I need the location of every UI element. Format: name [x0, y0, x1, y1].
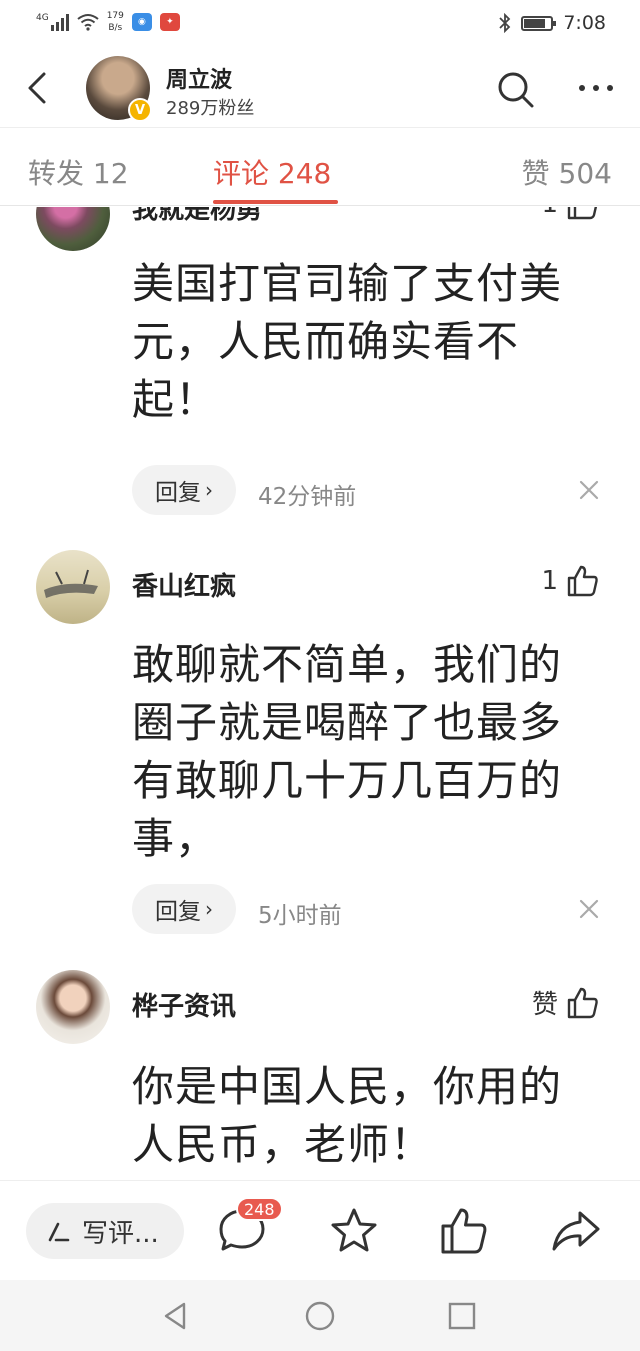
thumbs-up-icon [567, 565, 598, 597]
comment-text: 美国打官司输了支付美元，人民而确实看不起！ [132, 259, 563, 424]
more-dot-icon [579, 85, 585, 91]
fans-count: 289万粉丝 [166, 98, 255, 119]
close-icon[interactable] [576, 896, 602, 922]
wifi-icon [77, 14, 99, 31]
share-icon[interactable] [550, 1205, 602, 1257]
back-button[interactable] [22, 68, 58, 108]
app-notification-icon-2: ✦ [159, 13, 180, 31]
more-dot-icon [607, 85, 613, 91]
like-button[interactable]: 1 [541, 207, 600, 221]
tab-bar: 转发 12 评论 248 赞 504 [0, 128, 640, 206]
more-button[interactable] [574, 78, 618, 98]
nav-recents-icon[interactable] [444, 1298, 480, 1334]
commenter-name[interactable]: 香山红疯 [132, 566, 236, 603]
avatar-image [44, 569, 98, 598]
battery-icon [521, 15, 557, 31]
header: V 周立波 289万粉丝 [0, 50, 640, 128]
comment-time: 5小时前 [258, 903, 342, 929]
commenter-name[interactable]: 桦子资讯 [132, 986, 236, 1023]
comment-item: 桦子资讯 赞 你是中国人民，你用的人民币，老师！ [0, 970, 640, 1179]
thumbs-up-icon[interactable] [438, 1205, 490, 1257]
clock: 7:08 [563, 12, 606, 34]
user-name[interactable]: 周立波 [166, 62, 232, 94]
like-count: 赞 [531, 990, 558, 1020]
nav-home-icon[interactable] [302, 1298, 338, 1334]
verified-badge-icon: V [128, 98, 152, 122]
status-bar: 4G 179 B/s ◉ ✦ 7:08 [0, 0, 640, 50]
like-count: 1 [541, 566, 558, 596]
tab-comments[interactable]: 评论 248 [213, 152, 331, 192]
system-nav-bar [0, 1280, 640, 1351]
bluetooth-icon [499, 13, 511, 33]
tab-likes[interactable]: 赞 504 [522, 152, 612, 192]
network-speed: 179 B/s [106, 11, 124, 33]
search-icon [498, 72, 534, 108]
comment-count-badge: 248 [236, 1197, 283, 1221]
reply-button[interactable]: 回复 › [132, 465, 236, 515]
commenter-avatar[interactable] [36, 970, 110, 1044]
app-notification-icon: ◉ [131, 13, 152, 31]
write-comment-label: 写评... [82, 1218, 159, 1249]
pen-icon [48, 1222, 70, 1242]
like-button[interactable]: 1 [541, 564, 600, 598]
avatar[interactable]: V [86, 56, 152, 122]
bottom-action-bar: 写评... 248 [0, 1180, 640, 1280]
reply-button[interactable]: 回复 › [132, 884, 236, 934]
star-icon[interactable] [328, 1205, 380, 1257]
write-comment-button[interactable]: 写评... [26, 1203, 184, 1259]
like-button[interactable]: 赞 [532, 984, 600, 1021]
comment-item: 我就是杨勇 1 美国打官司输了支付美元，人民而确实看不起！ 回复› 42分钟前 [0, 207, 640, 517]
comment-list[interactable]: 我就是杨勇 1 美国打官司输了支付美元，人民而确实看不起！ 回复› 42分钟前 … [0, 207, 640, 1179]
tab-reposts[interactable]: 转发 12 [28, 152, 129, 192]
commenter-name[interactable]: 我就是杨勇 [132, 207, 262, 226]
comment-time: 42分钟前 [258, 484, 357, 510]
commenter-avatar[interactable] [36, 550, 110, 624]
thumbs-up-icon [567, 987, 598, 1018]
comment-text: 你是中国人民，你用的人民币，老师！ [132, 1062, 563, 1169]
comment-item: 香山红疯 1 敢聊就不简单，我们的圈子就是喝醉了也最多有敢聊几十万几百万的事， … [0, 550, 640, 952]
comment-text: 敢聊就不简单，我们的圈子就是喝醉了也最多有敢聊几十万几百万的事， [132, 640, 563, 863]
chevron-left-icon [28, 72, 46, 104]
like-count: 1 [541, 207, 558, 219]
close-icon[interactable] [576, 477, 602, 503]
more-dot-icon [593, 85, 599, 91]
search-button[interactable] [496, 70, 536, 110]
nav-back-icon[interactable] [158, 1298, 194, 1334]
tab-indicator [213, 200, 338, 204]
commenter-avatar[interactable] [36, 207, 110, 251]
signal-icon: 4G [36, 13, 69, 31]
thumbs-up-icon [567, 207, 598, 220]
